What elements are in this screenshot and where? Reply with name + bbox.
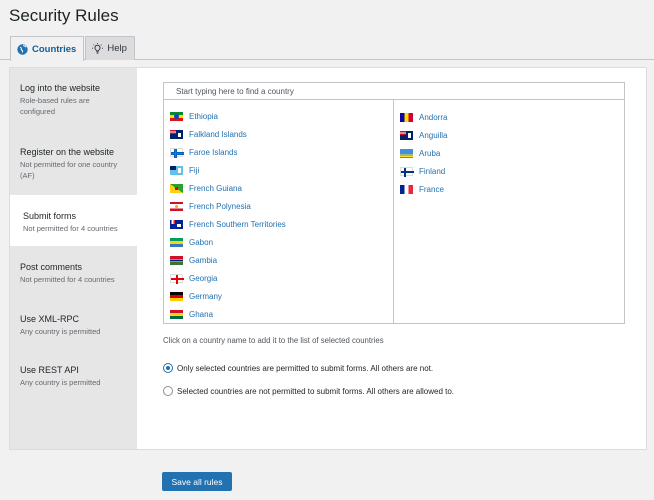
flag-georgia-icon (170, 273, 184, 284)
country-item-gabon[interactable]: Gabon (170, 236, 213, 248)
radio-button[interactable] (163, 386, 173, 396)
rule-title: Use XML-RPC (20, 314, 80, 324)
rule-title: Post comments (20, 262, 83, 272)
rule-title: Register on the website (20, 147, 115, 157)
tab-help[interactable]: Help (85, 36, 135, 60)
country-name: French Polynesia (189, 201, 251, 211)
country-name: Georgia (189, 273, 218, 283)
country-item-france[interactable]: France (400, 183, 444, 195)
lightbulb-icon (92, 42, 104, 55)
rule-submit-forms[interactable]: Submit forms Not permitted for 4 countri… (10, 195, 138, 246)
country-item-germany[interactable]: Germany (170, 290, 222, 302)
flag-andorra-icon (400, 112, 413, 122)
flag-aruba-icon (400, 148, 413, 158)
flag-ghana-icon (170, 309, 183, 319)
option-label: Selected countries are not permitted to … (177, 386, 455, 396)
rule-subtitle: Not permitted for 4 countries (20, 275, 115, 284)
selected-countries-list[interactable]: Andorra Anguilla Aruba Finland France (394, 100, 624, 323)
country-item-falkland-islands[interactable]: Falkland Islands (170, 128, 247, 140)
country-name: Aruba (419, 148, 441, 158)
country-name: Gambia (189, 255, 218, 265)
rule-subtitle: Any country is permitted (20, 378, 101, 387)
flag-fiji-icon (170, 165, 183, 175)
country-name: Gabon (189, 237, 214, 247)
country-item-anguilla[interactable]: Anguilla (400, 129, 447, 141)
rule-title: Submit forms (23, 211, 77, 221)
option-selected-not-permitted[interactable]: Selected countries are not permitted to … (163, 386, 454, 396)
country-name: Andorra (419, 112, 448, 122)
country-name: Ethiopia (189, 111, 218, 121)
country-item-ethiopia[interactable]: Ethiopia (170, 110, 218, 122)
rule-post-comments[interactable]: Post comments Not permitted for 4 countr… (10, 261, 137, 291)
flag-gambia-icon (170, 255, 183, 265)
tab-bar: Countries Help (10, 36, 135, 61)
country-name: Faroe Islands (189, 147, 238, 157)
tab-countries-label: Countries (32, 43, 77, 55)
country-name: Finland (419, 166, 446, 176)
country-list-hint: Click on a country name to add it to the… (163, 336, 384, 345)
page-title: Security Rules (9, 6, 119, 25)
country-name: French Guiana (189, 183, 242, 193)
country-name: Anguilla (419, 130, 448, 140)
country-name: Germany (189, 291, 222, 301)
rule-subtitle: Role-based rules are configured (20, 96, 90, 116)
country-item-aruba[interactable]: Aruba (400, 147, 440, 159)
flag-anguilla-icon (400, 130, 413, 140)
flag-ethiopia-icon (170, 111, 183, 121)
option-label: Only selected countries are permitted to… (177, 363, 434, 373)
rule-title: Use REST API (20, 365, 79, 375)
globe-icon (17, 43, 28, 55)
rules-sidebar: Log into the website Role-based rules ar… (10, 68, 138, 449)
rule-xml-rpc[interactable]: Use XML-RPC Any country is permitted (10, 313, 137, 343)
country-search-input[interactable] (163, 82, 625, 100)
country-item-gambia[interactable]: Gambia (170, 254, 217, 266)
country-name: Ghana (189, 309, 214, 319)
rule-subtitle: Not permitted for one country (AF) (20, 160, 118, 180)
country-name: France (419, 184, 444, 194)
flag-finland-icon (400, 166, 414, 177)
flag-gabon-icon (170, 237, 183, 247)
country-item-fiji[interactable]: Fiji (170, 164, 199, 176)
country-item-andorra[interactable]: Andorra (400, 111, 447, 123)
country-item-french-polynesia[interactable]: French Polynesia (170, 200, 251, 212)
country-item-georgia[interactable]: Georgia (170, 272, 217, 284)
country-item-finland[interactable]: Finland (400, 165, 445, 177)
available-countries-list[interactable]: Ethiopia Falkland Islands Faroe Islands … (164, 100, 394, 323)
country-item-ghana[interactable]: Ghana (170, 308, 213, 320)
flag-french-guiana-icon (170, 183, 183, 193)
rule-register[interactable]: Register on the website Not permitted fo… (10, 146, 137, 186)
tab-countries[interactable]: Countries (10, 36, 85, 61)
option-only-selected-permitted[interactable]: Only selected countries are permitted to… (163, 363, 433, 373)
rule-subtitle: Any country is permitted (20, 327, 101, 336)
flag-france-icon (400, 184, 413, 194)
rule-login[interactable]: Log into the website Role-based rules ar… (10, 82, 137, 122)
country-item-french-southern-territories[interactable]: French Southern Territories (170, 218, 286, 230)
rule-title: Log into the website (20, 83, 101, 93)
country-name: Fiji (189, 165, 200, 175)
country-name: Falkland Islands (189, 129, 247, 139)
rules-panel: Log into the website Role-based rules ar… (9, 67, 647, 450)
save-all-rules-button[interactable]: Save all rules (162, 472, 232, 491)
tab-help-label: Help (107, 43, 127, 54)
flag-french-polynesia-icon (170, 201, 183, 211)
rule-rest-api[interactable]: Use REST API Any country is permitted (10, 364, 137, 394)
radio-button-checked[interactable] (163, 363, 173, 373)
flag-faroe-islands-icon (170, 147, 184, 158)
country-item-french-guiana[interactable]: French Guiana (170, 182, 242, 194)
rule-subtitle: Not permitted for 4 countries (23, 224, 118, 233)
country-lists: Ethiopia Falkland Islands Faroe Islands … (163, 100, 625, 324)
country-name: French Southern Territories (189, 219, 286, 229)
flag-germany-icon (170, 291, 183, 301)
flag-falkland-islands-icon (170, 129, 183, 139)
flag-french-southern-territories-icon (170, 219, 183, 229)
country-item-faroe-islands[interactable]: Faroe Islands (170, 146, 237, 158)
